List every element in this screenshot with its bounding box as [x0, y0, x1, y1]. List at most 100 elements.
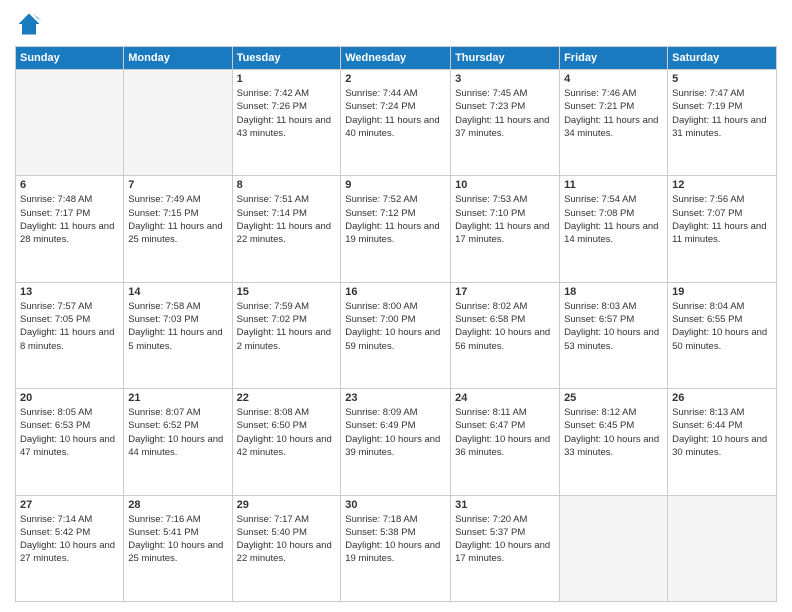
- calendar-cell: 18 Sunrise: 8:03 AM Sunset: 6:57 PM Dayli…: [560, 282, 668, 388]
- calendar-cell: 7Sunrise: 7:49 AM Sunset: 7:15 PM Daylig…: [124, 176, 232, 282]
- col-header-saturday: Saturday: [668, 47, 777, 70]
- day-info: Sunrise: 7:14 AM Sunset: 5:42 PM Dayligh…: [20, 513, 119, 566]
- day-number: 17: [455, 286, 555, 298]
- calendar-cell: 2 Sunrise: 7:44 AM Sunset: 7:24 PM Daylig…: [341, 70, 451, 176]
- week-row-2: 6 Sunrise: 7:48 AM Sunset: 7:17 PM Daylig…: [16, 176, 777, 282]
- calendar-cell: 9 Sunrise: 7:52 AM Sunset: 7:12 PM Daylig…: [341, 176, 451, 282]
- calendar-cell: 28Sunrise: 7:16 AM Sunset: 5:41 PM Dayli…: [124, 495, 232, 601]
- day-number: 4: [564, 73, 663, 85]
- day-number: 31: [455, 499, 555, 511]
- calendar: SundayMondayTuesdayWednesdayThursdayFrid…: [15, 46, 777, 602]
- day-number: 27: [20, 499, 119, 511]
- calendar-cell: 4 Sunrise: 7:46 AM Sunset: 7:21 PM Daylig…: [560, 70, 668, 176]
- day-number: 29: [237, 499, 337, 511]
- calendar-cell: 5Sunrise: 7:47 AM Sunset: 7:19 PM Daylig…: [668, 70, 777, 176]
- day-info: Sunrise: 8:00 AM Sunset: 7:00 PM Dayligh…: [345, 300, 446, 353]
- calendar-cell: 25 Sunrise: 8:12 AM Sunset: 6:45 PM Dayli…: [560, 389, 668, 495]
- col-header-wednesday: Wednesday: [341, 47, 451, 70]
- calendar-cell: 26 Sunrise: 8:13 AM Sunset: 6:44 PM Dayli…: [668, 389, 777, 495]
- day-info: Sunrise: 7:17 AM Sunset: 5:40 PM Dayligh…: [237, 513, 337, 566]
- day-info: Sunrise: 7:58 AM Sunset: 7:03 PM Dayligh…: [128, 300, 227, 353]
- day-info: Sunrise: 7:57 AM Sunset: 7:05 PM Dayligh…: [20, 300, 119, 353]
- day-number: 24: [455, 392, 555, 404]
- week-row-4: 20 Sunrise: 8:05 AM Sunset: 6:53 PM Dayli…: [16, 389, 777, 495]
- page-header: [15, 10, 777, 38]
- col-header-monday: Monday: [124, 47, 232, 70]
- day-info: Sunrise: 8:07 AM Sunset: 6:52 PM Dayligh…: [128, 406, 227, 459]
- day-info: Sunrise: 8:12 AM Sunset: 6:45 PM Dayligh…: [564, 406, 663, 459]
- day-info: Sunrise: 8:13 AM Sunset: 6:44 PM Dayligh…: [672, 406, 772, 459]
- day-info: Sunrise: 8:04 AM Sunset: 6:55 PM Dayligh…: [672, 300, 772, 353]
- day-number: 20: [20, 392, 119, 404]
- day-info: Sunrise: 7:52 AM Sunset: 7:12 PM Dayligh…: [345, 193, 446, 246]
- day-info: Sunrise: 8:11 AM Sunset: 6:47 PM Dayligh…: [455, 406, 555, 459]
- day-number: 8: [237, 179, 337, 191]
- day-info: Sunrise: 7:45 AM Sunset: 7:23 PM Dayligh…: [455, 87, 555, 140]
- day-info: Sunrise: 8:09 AM Sunset: 6:49 PM Dayligh…: [345, 406, 446, 459]
- calendar-cell: 21 Sunrise: 8:07 AM Sunset: 6:52 PM Dayli…: [124, 389, 232, 495]
- calendar-cell: 13 Sunrise: 7:57 AM Sunset: 7:05 PM Dayli…: [16, 282, 124, 388]
- day-number: 19: [672, 286, 772, 298]
- col-header-friday: Friday: [560, 47, 668, 70]
- calendar-cell: [124, 70, 232, 176]
- day-info: Sunrise: 7:42 AM Sunset: 7:26 PM Dayligh…: [237, 87, 337, 140]
- col-header-thursday: Thursday: [451, 47, 560, 70]
- calendar-cell: 24 Sunrise: 8:11 AM Sunset: 6:47 PM Dayli…: [451, 389, 560, 495]
- col-header-tuesday: Tuesday: [232, 47, 341, 70]
- day-number: 6: [20, 179, 119, 191]
- day-info: Sunrise: 8:02 AM Sunset: 6:58 PM Dayligh…: [455, 300, 555, 353]
- day-number: 21: [128, 392, 227, 404]
- day-info: Sunrise: 7:54 AM Sunset: 7:08 PM Dayligh…: [564, 193, 663, 246]
- day-number: 22: [237, 392, 337, 404]
- calendar-cell: 14 Sunrise: 7:58 AM Sunset: 7:03 PM Dayli…: [124, 282, 232, 388]
- calendar-cell: [668, 495, 777, 601]
- calendar-cell: [16, 70, 124, 176]
- day-number: 2: [345, 73, 446, 85]
- calendar-cell: 30 Sunrise: 7:18 AM Sunset: 5:38 PM Dayli…: [341, 495, 451, 601]
- calendar-cell: 1 Sunrise: 7:42 AM Sunset: 7:26 PM Daylig…: [232, 70, 341, 176]
- week-row-1: 1 Sunrise: 7:42 AM Sunset: 7:26 PM Daylig…: [16, 70, 777, 176]
- day-info: Sunrise: 7:48 AM Sunset: 7:17 PM Dayligh…: [20, 193, 119, 246]
- logo: [15, 10, 47, 38]
- day-info: Sunrise: 7:53 AM Sunset: 7:10 PM Dayligh…: [455, 193, 555, 246]
- calendar-cell: 10Sunrise: 7:53 AM Sunset: 7:10 PM Dayli…: [451, 176, 560, 282]
- day-number: 25: [564, 392, 663, 404]
- day-info: Sunrise: 7:16 AM Sunset: 5:41 PM Dayligh…: [128, 513, 227, 566]
- calendar-cell: 3Sunrise: 7:45 AM Sunset: 7:23 PM Daylig…: [451, 70, 560, 176]
- day-info: Sunrise: 7:44 AM Sunset: 7:24 PM Dayligh…: [345, 87, 446, 140]
- calendar-cell: 19 Sunrise: 8:04 AM Sunset: 6:55 PM Dayli…: [668, 282, 777, 388]
- day-number: 26: [672, 392, 772, 404]
- day-number: 14: [128, 286, 227, 298]
- day-info: Sunrise: 8:05 AM Sunset: 6:53 PM Dayligh…: [20, 406, 119, 459]
- calendar-cell: 31 Sunrise: 7:20 AM Sunset: 5:37 PM Dayli…: [451, 495, 560, 601]
- day-info: Sunrise: 7:46 AM Sunset: 7:21 PM Dayligh…: [564, 87, 663, 140]
- col-header-sunday: Sunday: [16, 47, 124, 70]
- calendar-cell: 16 Sunrise: 8:00 AM Sunset: 7:00 PM Dayli…: [341, 282, 451, 388]
- day-number: 13: [20, 286, 119, 298]
- day-number: 9: [345, 179, 446, 191]
- day-number: 12: [672, 179, 772, 191]
- calendar-cell: 17 Sunrise: 8:02 AM Sunset: 6:58 PM Dayli…: [451, 282, 560, 388]
- day-info: Sunrise: 7:18 AM Sunset: 5:38 PM Dayligh…: [345, 513, 446, 566]
- day-number: 30: [345, 499, 446, 511]
- day-info: Sunrise: 8:03 AM Sunset: 6:57 PM Dayligh…: [564, 300, 663, 353]
- calendar-cell: 6 Sunrise: 7:48 AM Sunset: 7:17 PM Daylig…: [16, 176, 124, 282]
- calendar-cell: 27 Sunrise: 7:14 AM Sunset: 5:42 PM Dayli…: [16, 495, 124, 601]
- week-row-3: 13 Sunrise: 7:57 AM Sunset: 7:05 PM Dayli…: [16, 282, 777, 388]
- day-number: 1: [237, 73, 337, 85]
- week-row-5: 27 Sunrise: 7:14 AM Sunset: 5:42 PM Dayli…: [16, 495, 777, 601]
- day-info: Sunrise: 7:51 AM Sunset: 7:14 PM Dayligh…: [237, 193, 337, 246]
- calendar-cell: 23Sunrise: 8:09 AM Sunset: 6:49 PM Dayli…: [341, 389, 451, 495]
- calendar-cell: 11 Sunrise: 7:54 AM Sunset: 7:08 PM Dayli…: [560, 176, 668, 282]
- day-number: 11: [564, 179, 663, 191]
- day-info: Sunrise: 7:59 AM Sunset: 7:02 PM Dayligh…: [237, 300, 337, 353]
- day-number: 18: [564, 286, 663, 298]
- day-info: Sunrise: 7:20 AM Sunset: 5:37 PM Dayligh…: [455, 513, 555, 566]
- day-info: Sunrise: 7:56 AM Sunset: 7:07 PM Dayligh…: [672, 193, 772, 246]
- calendar-header-row: SundayMondayTuesdayWednesdayThursdayFrid…: [16, 47, 777, 70]
- day-info: Sunrise: 7:47 AM Sunset: 7:19 PM Dayligh…: [672, 87, 772, 140]
- day-number: 16: [345, 286, 446, 298]
- calendar-cell: [560, 495, 668, 601]
- day-number: 15: [237, 286, 337, 298]
- logo-icon: [15, 10, 43, 38]
